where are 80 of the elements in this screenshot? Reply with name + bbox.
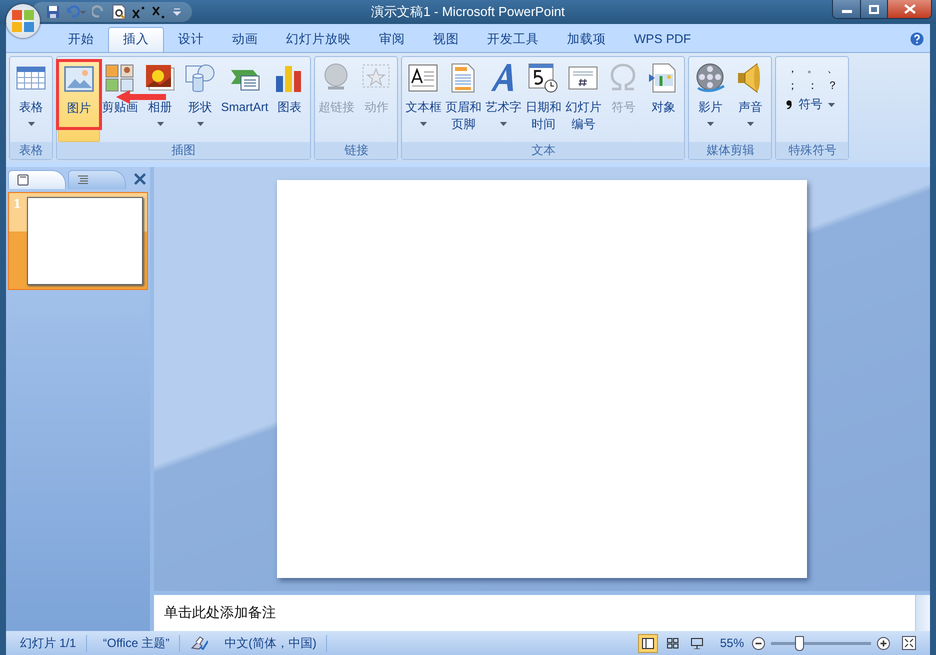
close-button[interactable]	[887, 0, 931, 18]
ribbon-button[interactable]: 幻灯片 编号	[563, 59, 604, 142]
zoom-out-icon[interactable]	[752, 636, 765, 650]
ribbon-tab[interactable]: 加载项	[553, 28, 620, 52]
group-label: 插图	[57, 142, 310, 159]
ribbon-button[interactable]: 文本框	[403, 59, 444, 142]
ribbon-tab[interactable]: WPS PDF	[620, 28, 705, 52]
pane-tab[interactable]	[8, 170, 66, 189]
theme-name: “Office 主题”	[93, 634, 180, 652]
notes-placeholder: 单击此处添加备注	[164, 604, 277, 622]
zoom-in-icon[interactable]	[877, 636, 890, 650]
close-icon[interactable]	[134, 173, 146, 185]
zoom-thumb[interactable]	[795, 636, 804, 650]
language: 中文(简体，中国)	[214, 634, 328, 652]
group-label: 表格	[10, 142, 52, 159]
ribbon-tab[interactable]: 视图	[419, 28, 473, 52]
film-reel-icon	[694, 62, 726, 94]
minimize-button[interactable]	[833, 0, 860, 18]
outline-icon	[77, 175, 89, 185]
shapes-icon	[184, 62, 216, 94]
subscript-icon[interactable]	[152, 5, 166, 19]
ribbon-tab[interactable]: 开发工具	[473, 28, 553, 52]
dropdown-arrow-icon	[828, 102, 836, 106]
calendar-clock-icon	[527, 62, 560, 94]
symbol-button[interactable]: ；	[782, 78, 802, 95]
ribbon-button[interactable]: SmartArt	[220, 59, 270, 142]
symbol-button[interactable]: ？	[822, 78, 842, 95]
ribbon-tab[interactable]: 幻灯片放映	[272, 28, 365, 52]
maximize-icon	[869, 4, 879, 14]
group-label: 媒体剪辑	[689, 142, 772, 159]
group-label: 特殊符号	[776, 142, 848, 159]
scrollbar[interactable]	[915, 595, 930, 631]
symbol-button[interactable]: 、	[822, 61, 842, 78]
ribbon-button[interactable]: 图片	[58, 59, 100, 142]
normal-view-icon	[642, 638, 654, 648]
zoom-percent[interactable]: 55%	[720, 636, 744, 650]
close-icon	[904, 4, 916, 14]
ribbon-button[interactable]: 表格	[11, 59, 51, 142]
maximize-button[interactable]	[860, 0, 887, 18]
symbol-button[interactable]: ，	[782, 61, 802, 78]
ribbon-button[interactable]: 剪贴画	[100, 59, 140, 142]
highlight-frame	[56, 59, 102, 130]
text-box-icon	[407, 62, 440, 94]
group-label: 文本	[402, 142, 684, 159]
spell-check-icon[interactable]	[190, 636, 208, 650]
pane-tab[interactable]	[68, 170, 126, 189]
print-preview-icon[interactable]	[112, 4, 126, 20]
ribbon-button[interactable]: 艺术字	[483, 59, 524, 142]
ribbon-tab[interactable]: 审阅	[365, 28, 419, 52]
superscript-icon[interactable]	[132, 5, 146, 19]
slide-number: 1	[13, 197, 22, 213]
ribbon-tab[interactable]: 插入	[108, 27, 164, 52]
notes-field[interactable]: 单击此处添加备注	[154, 591, 930, 631]
symbol-menu-button[interactable]: 符号	[782, 97, 842, 112]
save-icon[interactable]	[46, 5, 60, 19]
ribbon-button[interactable]: 日期和 时间	[523, 59, 564, 142]
office-button[interactable]	[6, 4, 40, 38]
slide-icon	[17, 174, 29, 186]
grid-view-icon	[666, 638, 679, 648]
window-title: 演示文稿1 - Microsoft PowerPoint	[371, 3, 565, 21]
comma-icon	[786, 100, 792, 109]
symbol-button[interactable]: 。	[802, 61, 822, 78]
fit-to-window-icon[interactable]	[902, 636, 916, 650]
ribbon-button[interactable]: 影片	[690, 59, 730, 142]
ribbon-button[interactable]: 声音	[730, 59, 770, 142]
slide-count: 幻灯片 1/1	[10, 634, 88, 652]
symbol-button[interactable]: ：	[802, 78, 822, 95]
group-label: 链接	[315, 142, 398, 159]
view-button[interactable]	[638, 634, 658, 652]
slideshow-view-icon	[690, 638, 703, 648]
ribbon-button[interactable]: 图表	[269, 59, 310, 142]
customize-menu-icon[interactable]	[172, 7, 182, 17]
ribbon-tab[interactable]: 开始	[54, 28, 108, 52]
ribbon-tab[interactable]: 设计	[164, 28, 218, 52]
help-icon[interactable]	[910, 32, 924, 46]
clipart-icon	[104, 62, 136, 94]
ribbon-button[interactable]: 页眉和 页脚	[443, 59, 484, 142]
ribbon-button[interactable]: 对象	[643, 59, 684, 142]
ribbon-button[interactable]: 形状	[180, 59, 220, 142]
ribbon-tab[interactable]: 动画	[218, 28, 272, 52]
